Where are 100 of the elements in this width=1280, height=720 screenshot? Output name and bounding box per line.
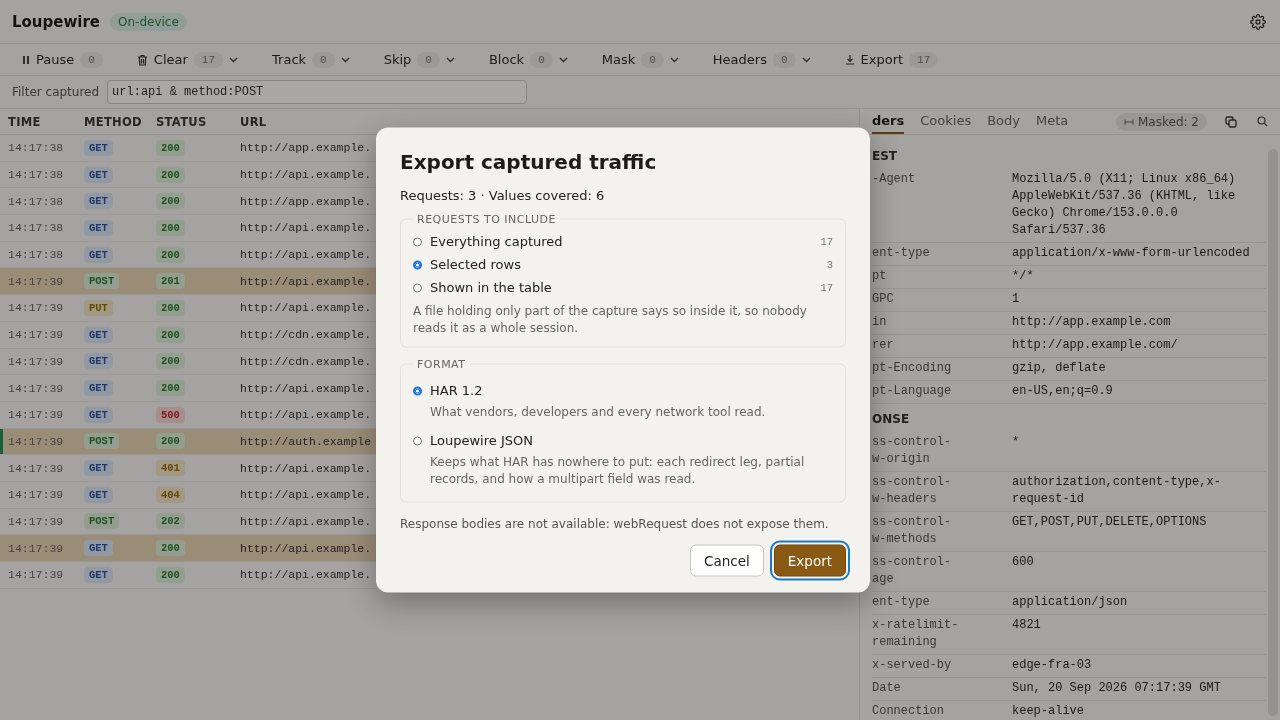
dialog-summary: Requests: 3 · Values covered: 6	[400, 187, 606, 203]
status-tag: 200	[156, 353, 185, 370]
request-row[interactable]: 14:17:39 POST 201 http://api.example.	[0, 268, 376, 296]
chevron-icon	[558, 56, 568, 63]
url-cell: http://api.example.	[240, 568, 372, 582]
toolbar-button[interactable]: Block 0	[486, 49, 570, 70]
settings-button[interactable]	[1248, 11, 1268, 32]
app-title: Loupewire	[12, 12, 101, 31]
radio-button[interactable]	[413, 386, 422, 396]
detail-tab[interactable]: ders	[872, 109, 905, 134]
status-tag: 404	[156, 486, 185, 503]
status-badge: On-device	[110, 12, 187, 31]
column-header: STATUS	[156, 114, 207, 129]
option-label[interactable]: Selected rows	[430, 256, 521, 272]
request-row[interactable]: 14:17:39 POST 200 http://auth.example	[0, 428, 376, 456]
status-tag: 200	[156, 166, 185, 183]
header-value: application/json	[1012, 594, 1128, 611]
status-tag: 401	[156, 460, 185, 477]
url-cell: http://cdn.example.	[240, 328, 372, 342]
group-legend: FORMAT	[413, 357, 470, 371]
option-label[interactable]: HAR 1.2	[430, 382, 483, 398]
status-tag: 200	[156, 380, 185, 397]
count-badge: 0	[772, 51, 796, 68]
chevron-icon	[229, 56, 239, 63]
time-cell: 14:17:39	[8, 381, 64, 395]
cancel-button[interactable]: Cancel	[690, 544, 764, 577]
status-tag: 500	[156, 406, 185, 423]
radio-button[interactable]	[413, 283, 422, 293]
toolbar-button[interactable]: Clear 17	[134, 49, 241, 70]
filter-field[interactable]: url:api & method:POST	[107, 80, 528, 104]
settings-icon	[1250, 13, 1266, 30]
time-cell: 14:17:38	[8, 194, 64, 208]
header-value: gzip, deflate	[1012, 360, 1106, 377]
status-tag: 200	[156, 326, 185, 343]
radio-button[interactable]	[413, 237, 422, 247]
masked-badge[interactable]: Masked: 2	[1116, 112, 1207, 131]
option-label[interactable]: Loupewire JSON	[430, 432, 533, 448]
toolbar-button[interactable]: Mask 0	[599, 49, 681, 70]
section-title: EST	[872, 148, 899, 165]
detail-tab[interactable]: Meta	[1036, 109, 1069, 134]
radio-button[interactable]	[413, 260, 422, 270]
radio-button[interactable]	[413, 436, 422, 446]
header-value: Sun, 20 Sep 2026 07:17:39 GMT	[1012, 680, 1221, 697]
header-name: Connection	[872, 703, 944, 720]
header-value: application/x-www-form-urlencoded	[1012, 245, 1250, 262]
time-cell: 14:17:39	[8, 354, 64, 368]
status-tag: 200	[156, 566, 185, 583]
column-header: METHOD	[84, 114, 142, 129]
header-name: in	[872, 314, 887, 331]
method-tag: GET	[84, 326, 113, 343]
url-cell: http://api.example.	[240, 514, 372, 528]
url-cell: http://app.example.	[240, 141, 372, 155]
header-name: x-served-by	[872, 657, 952, 674]
header-name: pt-Language	[872, 383, 952, 400]
url-cell: http://api.example.	[240, 488, 372, 502]
trash-icon	[136, 53, 148, 66]
header-value: */*	[1012, 268, 1034, 285]
header-value: GET,POST,PUT,DELETE,OPTIONS	[1012, 514, 1207, 531]
option-label[interactable]: Everything captured	[430, 233, 563, 249]
header-name: ss-control- w-headers	[872, 474, 952, 508]
url-cell: http://cdn.example.	[240, 354, 372, 368]
method-tag: POST	[84, 433, 120, 450]
method-tag: GET	[84, 540, 113, 557]
count-badge: 0	[641, 51, 664, 68]
include-note: A file holding only part of the capture says so inside it, so nobody reads it as a whole session.	[413, 302, 808, 337]
header-name: pt	[872, 268, 887, 285]
status-tag: 201	[156, 273, 185, 290]
url-cell: http://api.example.	[240, 168, 372, 182]
filter-label: Filter captured	[12, 85, 100, 99]
header-value: 600	[1012, 554, 1034, 571]
header-name: x-ratelimit- remaining	[872, 617, 959, 651]
url-cell: http://api.example.	[240, 301, 372, 315]
header-name: Date	[872, 680, 901, 697]
column-header: TIME	[8, 114, 41, 129]
count-badge: 0	[530, 51, 553, 68]
time-cell: 14:17:38	[8, 168, 64, 182]
header-value: http://app.example.com/	[1012, 337, 1178, 354]
status-tag: 202	[156, 513, 185, 530]
request-row[interactable]: 14:17:39 GET 200 http://api.example.	[0, 535, 376, 562]
status-tag: 200	[156, 193, 185, 210]
toolbar-button[interactable]: Export 17	[842, 49, 941, 70]
toolbar-button[interactable]: Pause 0	[20, 49, 105, 70]
option-label[interactable]: Shown in the table	[430, 279, 552, 295]
status-tag: 200	[156, 433, 185, 450]
toolbar-button[interactable]: Skip 0	[381, 49, 457, 70]
header-name: -Agent	[872, 171, 916, 188]
method-tag: GET	[84, 460, 113, 477]
pause-icon	[22, 54, 30, 65]
url-cell: http://api.example.	[240, 541, 372, 555]
toolbar-button[interactable]: Headers 0	[710, 49, 813, 70]
detail-tab[interactable]: Cookies	[920, 109, 972, 134]
detail-tab[interactable]: Body	[987, 109, 1020, 134]
status-tag: 200	[156, 246, 185, 263]
option-description: Keeps what HAR has nowhere to put: each redirect leg, partial records, and how a multipart field was read.	[430, 453, 806, 488]
chevron-icon	[340, 56, 350, 63]
url-cell: http://api.example.	[240, 408, 372, 422]
method-tag: GET	[84, 406, 113, 423]
toolbar-button[interactable]: Track 0	[270, 49, 352, 70]
download-icon	[844, 54, 855, 65]
header-value: Mozilla/5.0 (X11; Linux x86_64) AppleWebKit/537.36 (KHTML, like Gecko) Chrome/153.0.0.0 Safari/537.36	[1012, 171, 1237, 239]
